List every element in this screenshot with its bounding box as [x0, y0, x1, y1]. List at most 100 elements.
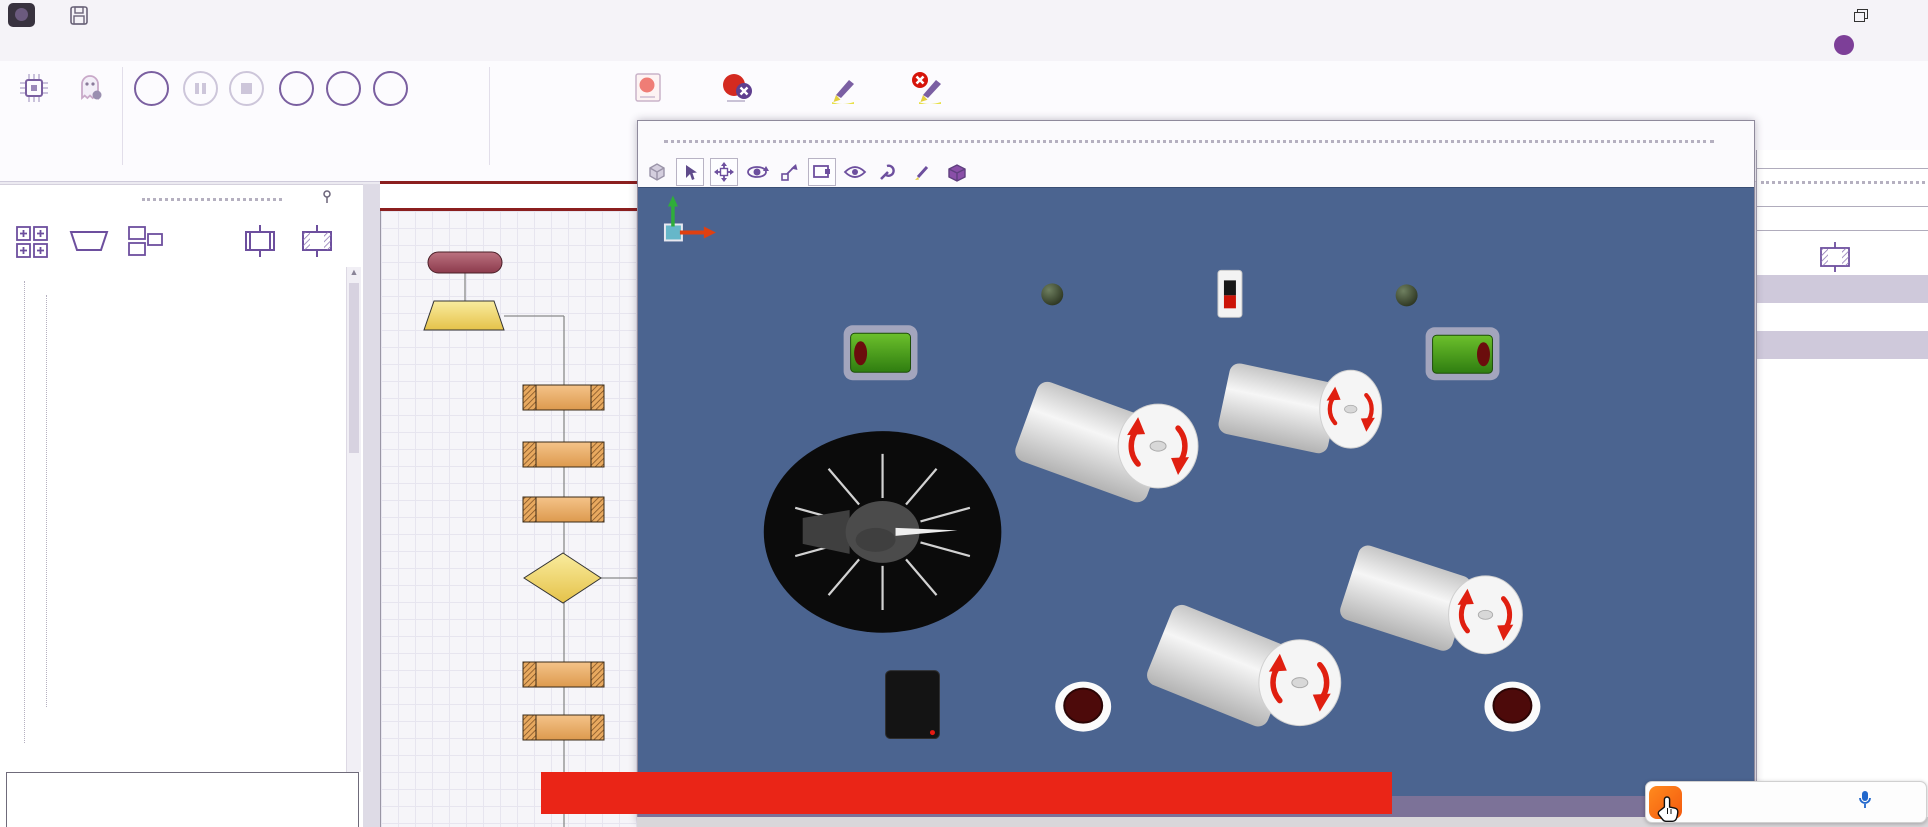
resize-tool-button[interactable]: [776, 159, 802, 185]
macros-header-row: [1757, 240, 1928, 272]
close-button[interactable]: [1884, 4, 1918, 26]
clear-all-breakpoints-button[interactable]: [708, 67, 768, 109]
led-bar-right[interactable]: [1426, 327, 1500, 380]
3d-scene: [638, 188, 1754, 796]
flowchart-canvas[interactable]: [380, 211, 637, 827]
panel-divider: [1757, 230, 1928, 231]
brush-tool-button[interactable]: [909, 159, 935, 185]
dashboard-panel-icon[interactable]: [10, 222, 54, 260]
ghost-icon: [73, 71, 107, 105]
component-macro-icon: [1812, 242, 1858, 272]
tree-scrollbar[interactable]: ▲: [346, 267, 361, 772]
restore-button[interactable]: [1842, 4, 1876, 26]
drag-handle[interactable]: [664, 140, 1714, 143]
step-out-icon: [373, 71, 408, 106]
macro-call-node[interactable]: [523, 497, 604, 522]
chip-icon: [17, 71, 51, 105]
panel-splitter[interactable]: [363, 184, 380, 827]
variables-panel-icon[interactable]: [181, 222, 225, 260]
macro-list-row[interactable]: [1757, 275, 1928, 303]
push-button-right[interactable]: [1484, 682, 1540, 732]
restore-icon: [1854, 12, 1865, 22]
io-panel-icon[interactable]: [67, 222, 111, 260]
motor-front-left[interactable]: [1012, 379, 1198, 506]
app-icon: [8, 3, 35, 27]
right-dock-panel: [1756, 150, 1928, 827]
motor-front-right[interactable]: [1217, 362, 1382, 456]
command-icons-tree: [0, 265, 345, 777]
move-tool-button[interactable]: [710, 158, 738, 186]
component-macro-panel-icon[interactable]: [295, 222, 339, 260]
reset-code-button[interactable]: [896, 67, 958, 109]
green-sphere[interactable]: [1396, 284, 1418, 306]
drag-handle[interactable]: [1761, 181, 1925, 184]
macro-list-row[interactable]: [1757, 331, 1928, 359]
wrench-tool-button[interactable]: [874, 159, 900, 185]
loop-start-node[interactable]: [424, 301, 504, 330]
macro-call-node[interactable]: [523, 385, 604, 410]
step-out-button[interactable]: [362, 67, 418, 109]
decision-node[interactable]: [524, 553, 601, 603]
flowcode-app: ▲: [0, 0, 1928, 827]
enable-icd-button[interactable]: [6, 67, 62, 109]
drag-handle[interactable]: [142, 198, 282, 201]
seven-segment-display[interactable]: [886, 671, 940, 739]
mouse-hand-cursor: [1656, 795, 1686, 827]
begin-node[interactable]: [428, 252, 502, 273]
explorer-bottom-panel: [6, 772, 359, 827]
ghost-options-button[interactable]: [62, 67, 118, 109]
title-bar: [0, 0, 1928, 30]
pencil-icon: [824, 71, 862, 105]
led-bar-left[interactable]: [844, 325, 918, 380]
3d-panel-titlebar[interactable]: [638, 121, 1754, 157]
3d-system-panel-window: [637, 120, 1755, 822]
run-button[interactable]: [123, 67, 179, 109]
flowchart-document-window: [380, 181, 637, 827]
project-explorer-panel: ▲: [0, 184, 364, 827]
toggle-switch-3d[interactable]: [1218, 270, 1242, 317]
clear-breakpoints-icon: [719, 71, 757, 105]
windows-layout-icon[interactable]: [124, 222, 168, 260]
motor-rear-right[interactable]: [1338, 543, 1523, 654]
run-icon: [134, 71, 169, 106]
flow-connectors: [465, 273, 638, 827]
show-code-button[interactable]: [812, 67, 874, 109]
pause-icon: [183, 71, 218, 106]
camera-view-button[interactable]: [808, 158, 836, 186]
stop-icon: [229, 71, 264, 106]
macro-panel-icon[interactable]: [238, 222, 282, 260]
scrollbar-thumb[interactable]: [349, 283, 359, 453]
toggle-breakpoints-button[interactable]: [616, 67, 680, 109]
pin-icon[interactable]: [318, 190, 336, 207]
subtitle-banner: [541, 772, 1392, 814]
stop-button[interactable]: [218, 67, 274, 109]
menu-bar: [0, 30, 1928, 61]
visibility-eye-icon[interactable]: [842, 159, 868, 185]
rotary-dial[interactable]: [764, 431, 1002, 633]
breakpoint-icon: [633, 71, 663, 105]
3d-panel-toolbar: [638, 157, 1754, 187]
macro-call-node[interactable]: [523, 715, 604, 740]
document-tab-bar: [380, 184, 637, 208]
flowchart-graphics: [381, 211, 638, 827]
save-icon[interactable]: [68, 5, 92, 27]
minimize-button[interactable]: [1800, 4, 1834, 26]
macro-call-node[interactable]: [523, 442, 604, 467]
simulate-c-code-button[interactable]: [414, 67, 476, 109]
select-tool-button[interactable]: [676, 158, 704, 186]
panel-divider: [1757, 168, 1928, 169]
input-method-toolbar: [1645, 781, 1927, 823]
axis-gizmo: [665, 196, 716, 241]
microphone-icon[interactable]: [1845, 790, 1886, 814]
motor-rear-left[interactable]: [1144, 602, 1341, 730]
step-over-icon: [326, 71, 361, 106]
project-explorer-header: [0, 185, 363, 213]
3d-viewport[interactable]: [638, 187, 1754, 796]
material-cube-button[interactable]: [944, 159, 970, 185]
panel-divider: [1757, 206, 1928, 207]
green-sphere[interactable]: [1041, 283, 1063, 305]
3d-cube-icon: [644, 159, 670, 185]
macro-call-node[interactable]: [523, 662, 604, 687]
rotate-tool-button[interactable]: [744, 159, 770, 185]
push-button-left[interactable]: [1055, 682, 1111, 732]
